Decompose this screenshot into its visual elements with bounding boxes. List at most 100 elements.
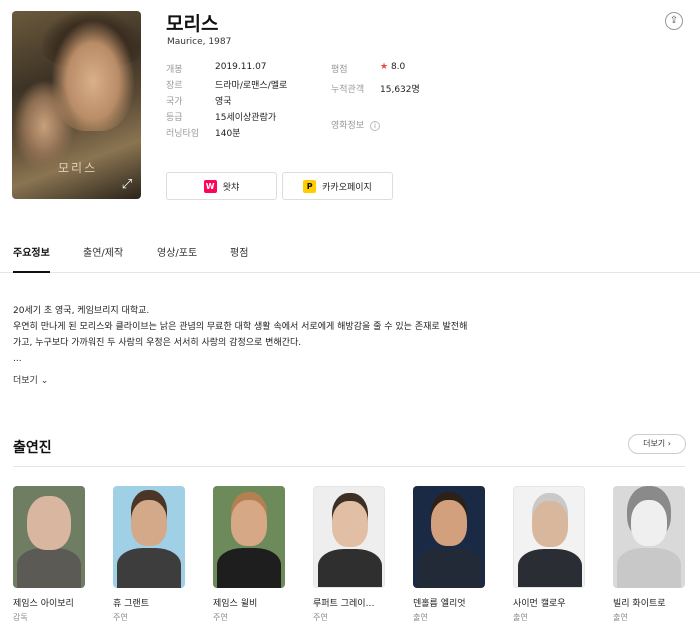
cast-photo-head — [532, 501, 568, 547]
kakaopage-button[interactable]: P 카카오페이지 — [282, 172, 393, 200]
cast-photo-body — [117, 548, 181, 588]
cast-photo-body — [17, 548, 81, 588]
cast-photo-body — [318, 549, 382, 587]
movie-poster[interactable]: 모리스 ⤢ — [12, 11, 141, 199]
cast-card[interactable]: 휴 그랜트 주연 — [113, 486, 185, 623]
kakaopage-logo-icon: P — [303, 179, 317, 193]
more-label[interactable]: 더보기 — [643, 439, 665, 448]
cast-name[interactable]: 사이먼 캘로우 — [513, 596, 585, 609]
cast-photo[interactable] — [113, 486, 185, 588]
expand-icon[interactable]: ⤢ — [119, 177, 135, 193]
audience-label: 누적관객 — [331, 85, 365, 95]
cast-card[interactable]: 제임스 아이보리 감독 — [13, 486, 85, 623]
cast-role: 주연 — [213, 613, 228, 622]
poster-figure-main — [52, 21, 134, 131]
synopsis: 20세기 초 영국, 케임브리지 대학교. 우연히 만나게 된 모리스와 클라이… — [13, 303, 533, 367]
cast-card[interactable]: 덴홀름 엘리엇 출연 — [413, 486, 485, 623]
synopsis-line: 20세기 초 영국, 케임브리지 대학교. — [13, 306, 150, 316]
cast-photo[interactable] — [313, 486, 385, 588]
cast-role: 주연 — [313, 613, 328, 622]
cast-role: 감독 — [13, 613, 28, 622]
info-label: 러닝타임 — [166, 129, 200, 139]
chevron-down-icon[interactable]: ⌄ — [41, 376, 49, 386]
cast-name[interactable]: 덴홀름 엘리엇 — [413, 596, 485, 609]
cast-role: 주연 — [113, 613, 128, 622]
audience-value-wrap: 15,632명 — [380, 82, 420, 95]
tab-bar: 주요정보 출연/제작 영상/포토 평점 — [0, 245, 700, 273]
cast-photo[interactable] — [413, 486, 485, 588]
cast-photo-head — [631, 500, 667, 546]
info-label: 국가 — [166, 97, 183, 107]
cast-photo-body — [617, 548, 681, 588]
synopsis-line: 우연히 만나게 된 모리스와 클라이브는 낡은 관념의 무료한 대학 생활 속에… — [13, 322, 468, 332]
watcha-logo-icon: W — [203, 179, 217, 193]
info-label: 등급 — [166, 113, 183, 123]
info-value: 드라마/로맨스/멜로 — [215, 81, 288, 91]
info-icon[interactable]: i — [370, 120, 380, 131]
info-value-runtime: 140분 — [215, 126, 240, 139]
info-label: 장르 — [166, 81, 183, 91]
cast-role: 출연 — [513, 613, 528, 622]
info-label-audience: 누적관객 — [331, 82, 364, 95]
ott-label: 카카오페이지 — [322, 182, 372, 193]
info-value-genre: 드라마/로맨스/멜로 — [215, 78, 287, 91]
chevron-right-icon[interactable]: › — [668, 439, 671, 448]
info-label: 개봉 — [166, 65, 183, 75]
tab-main-info[interactable]: 주요정보 — [13, 245, 50, 273]
audience-value: 15,632명 — [380, 85, 420, 95]
tab-video-photo[interactable]: 영상/포토 — [157, 245, 197, 273]
info-value-country: 영국 — [215, 94, 232, 107]
section-divider — [13, 466, 685, 467]
cast-photo-body — [518, 549, 582, 587]
cast-photo-head — [431, 500, 467, 546]
cast-photo-head — [131, 500, 167, 546]
cast-photo[interactable] — [613, 486, 685, 588]
synopsis-line: 가고, 누구보다 가까워진 두 사람의 우정은 서서히 사랑의 감정으로 변해간… — [13, 338, 302, 348]
info-value: 영국 — [215, 97, 232, 107]
cast-card[interactable]: 빌리 화이트로 출연 — [613, 486, 685, 623]
cast-photo-head — [231, 500, 267, 546]
cast-photo-body — [217, 548, 281, 588]
synopsis-line: ... — [13, 354, 22, 364]
info-value: 2019.11.07 — [215, 62, 267, 72]
tab-rating[interactable]: 평점 — [230, 245, 248, 273]
cast-photo-head — [332, 501, 368, 547]
cast-photo[interactable] — [213, 486, 285, 588]
rating-value: 8.0 — [390, 62, 406, 72]
cast-name[interactable]: 빌리 화이트로 — [613, 596, 685, 609]
movie-original-title-year: Maurice, 1987 — [167, 37, 232, 47]
cast-name[interactable]: 제임스 윌비 — [213, 596, 285, 609]
share-icon[interactable]: ⇪ — [665, 12, 683, 30]
cast-photo-head — [27, 496, 71, 550]
cast-section-title: 출연진 — [13, 440, 52, 456]
info-label-rating: 평점 — [331, 62, 348, 75]
info-row-genre: 장르 — [166, 78, 183, 91]
movie-info-label[interactable]: 영화정보 — [331, 121, 364, 131]
tab-cast-crew[interactable]: 출연/제작 — [83, 245, 123, 273]
star-icon: ★ — [380, 62, 389, 72]
info-value: 15세이상관람가 — [215, 113, 277, 123]
cast-role: 출연 — [613, 613, 628, 622]
info-value-release: 2019.11.07 — [215, 62, 267, 72]
info-row-country: 국가 — [166, 94, 183, 107]
cast-name[interactable]: 제임스 아이보리 — [13, 596, 85, 609]
info-row-release: 개봉 — [166, 62, 183, 75]
info-row-grade: 등급 — [166, 110, 183, 123]
movie-info-link[interactable]: 영화정보 i — [331, 118, 380, 131]
page-title: 모리스 — [166, 13, 219, 35]
cast-more-button[interactable]: 더보기 › — [628, 434, 686, 454]
cast-role: 출연 — [413, 613, 428, 622]
cast-photo[interactable] — [13, 486, 85, 588]
synopsis-more-button[interactable]: 더보기 ⌄ — [13, 373, 48, 386]
more-label[interactable]: 더보기 — [13, 376, 38, 386]
cast-card[interactable]: 사이먼 캘로우 출연 — [513, 486, 585, 623]
cast-card[interactable]: 제임스 윌비 주연 — [213, 486, 285, 623]
watcha-button[interactable]: W 왓챠 — [166, 172, 277, 200]
cast-name[interactable]: 휴 그랜트 — [113, 596, 185, 609]
cast-card[interactable]: 루퍼트 그레이… 주연 — [313, 486, 385, 623]
info-value: 140분 — [215, 129, 241, 139]
cast-photo[interactable] — [513, 486, 585, 588]
info-value-grade: 15세이상관람가 — [215, 110, 276, 123]
cast-name[interactable]: 루퍼트 그레이… — [313, 596, 385, 609]
info-row-runtime: 러닝타임 — [166, 126, 199, 139]
